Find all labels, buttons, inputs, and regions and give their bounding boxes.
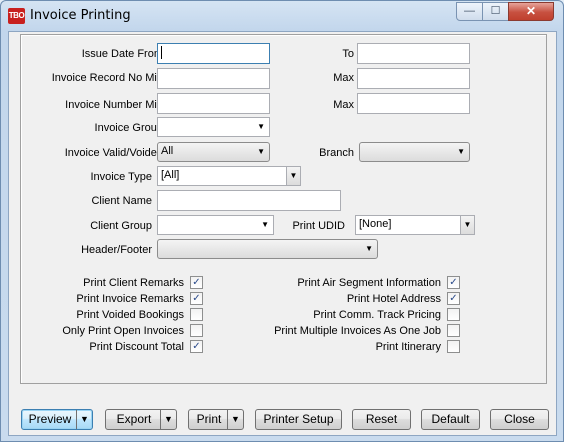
minimize-button[interactable]: — bbox=[456, 2, 483, 21]
client-group-dropdown[interactable]: ▼ bbox=[157, 215, 274, 235]
export-options-dropdown-icon[interactable]: ▼ bbox=[160, 410, 176, 429]
print-options-dropdown-icon[interactable]: ▼ bbox=[227, 410, 243, 429]
invoice-group-dropdown[interactable]: ▼ bbox=[157, 117, 270, 137]
print-udid-dropdown[interactable]: [None] ▼ bbox=[355, 215, 475, 235]
invoice-group-label: Invoice Group bbox=[94, 122, 163, 134]
invoice-record-no-min-input[interactable] bbox=[157, 68, 270, 89]
window-title: Invoice Printing bbox=[30, 8, 131, 23]
print-button-label: Print bbox=[196, 412, 222, 426]
print-voided-bookings-label: Print Voided Bookings bbox=[76, 309, 184, 321]
dialog-body: Issue Date From To Invoice Record No Min… bbox=[8, 31, 557, 436]
chevron-down-icon: ▼ bbox=[460, 216, 474, 234]
issue-date-to-label: To bbox=[342, 48, 354, 60]
client-name-label: Client Name bbox=[91, 195, 152, 207]
print-udid-label: Print UDID bbox=[292, 220, 345, 232]
print-udid-value: [None] bbox=[359, 218, 392, 230]
issue-date-to-input[interactable] bbox=[357, 43, 470, 64]
invoice-type-value: [All] bbox=[161, 169, 180, 181]
chevron-down-icon: ▼ bbox=[257, 147, 265, 156]
print-multiple-invoices-as-one-job-checkbox[interactable] bbox=[447, 324, 460, 337]
invoice-record-no-min-label: Invoice Record No Min bbox=[51, 72, 163, 84]
print-itinerary-checkbox[interactable] bbox=[447, 340, 460, 353]
print-air-segment-information-label: Print Air Segment Information bbox=[297, 277, 441, 289]
invoice-record-no-max-input[interactable] bbox=[357, 68, 470, 89]
default-button[interactable]: Default bbox=[421, 409, 480, 430]
invoice-printing-window: TBO Invoice Printing — ☐ ✕ Issue Date Fr… bbox=[0, 0, 564, 442]
export-button-label: Export bbox=[116, 412, 152, 426]
close-window-button[interactable]: ✕ bbox=[508, 2, 554, 21]
close-button[interactable]: Close bbox=[490, 409, 549, 430]
invoice-record-no-max-label: Max bbox=[333, 72, 354, 84]
maximize-button[interactable]: ☐ bbox=[482, 2, 509, 21]
invoice-valid-voided-value: All bbox=[161, 145, 174, 157]
print-button[interactable]: Print ▼ bbox=[188, 409, 244, 430]
chevron-down-icon: ▼ bbox=[457, 147, 465, 156]
print-invoice-remarks-checkbox[interactable]: ✓ bbox=[190, 292, 203, 305]
header-footer-label: Header/Footer bbox=[81, 244, 152, 256]
branch-label: Branch bbox=[319, 147, 354, 159]
print-voided-bookings-checkbox[interactable] bbox=[190, 308, 203, 321]
only-print-open-invoices-label: Only Print Open Invoices bbox=[62, 325, 184, 337]
chevron-down-icon: ▼ bbox=[286, 167, 300, 185]
only-print-open-invoices-checkbox[interactable] bbox=[190, 324, 203, 337]
preview-button[interactable]: Preview ▼ bbox=[21, 409, 93, 430]
reset-button[interactable]: Reset bbox=[352, 409, 411, 430]
header-footer-dropdown[interactable]: ▼ bbox=[157, 239, 378, 259]
invoice-number-min-label: Invoice Number Min bbox=[65, 99, 163, 111]
print-client-remarks-checkbox[interactable]: ✓ bbox=[190, 276, 203, 289]
issue-date-from-input[interactable] bbox=[157, 43, 270, 64]
print-comm-track-pricing-label: Print Comm. Track Pricing bbox=[313, 309, 441, 321]
invoice-number-max-label: Max bbox=[333, 99, 354, 111]
client-name-input[interactable] bbox=[157, 190, 341, 211]
invoice-valid-voided-dropdown[interactable]: All ▼ bbox=[157, 142, 270, 162]
print-discount-total-checkbox[interactable]: ✓ bbox=[190, 340, 203, 353]
print-air-segment-information-checkbox[interactable]: ✓ bbox=[447, 276, 460, 289]
print-comm-track-pricing-checkbox[interactable] bbox=[447, 308, 460, 321]
app-logo-icon: TBO bbox=[8, 8, 25, 24]
text-caret bbox=[161, 46, 162, 59]
chevron-down-icon: ▼ bbox=[261, 220, 269, 229]
print-discount-total-label: Print Discount Total bbox=[89, 341, 184, 353]
chevron-down-icon: ▼ bbox=[365, 244, 373, 253]
filter-panel: Issue Date From To Invoice Record No Min… bbox=[20, 34, 547, 384]
invoice-number-min-input[interactable] bbox=[157, 93, 270, 114]
invoice-valid-voided-label: Invoice Valid/Voided bbox=[64, 147, 163, 159]
preview-button-label: Preview bbox=[28, 412, 72, 426]
preview-options-dropdown-icon[interactable]: ▼ bbox=[76, 410, 92, 429]
printer-setup-button[interactable]: Printer Setup bbox=[255, 409, 342, 430]
export-button[interactable]: Export ▼ bbox=[105, 409, 177, 430]
branch-dropdown[interactable]: ▼ bbox=[359, 142, 470, 162]
client-group-label: Client Group bbox=[90, 220, 152, 232]
print-hotel-address-label: Print Hotel Address bbox=[346, 293, 441, 305]
print-client-remarks-label: Print Client Remarks bbox=[83, 277, 184, 289]
title-bar[interactable]: TBO Invoice Printing — ☐ ✕ bbox=[1, 1, 563, 31]
chevron-down-icon: ▼ bbox=[257, 122, 265, 131]
print-multiple-invoices-as-one-job-label: Print Multiple Invoices As One Job bbox=[274, 325, 441, 337]
print-itinerary-label: Print Itinerary bbox=[375, 341, 441, 353]
invoice-type-dropdown[interactable]: [All] ▼ bbox=[157, 166, 301, 186]
issue-date-from-label: Issue Date From bbox=[81, 48, 163, 60]
print-invoice-remarks-label: Print Invoice Remarks bbox=[76, 293, 184, 305]
invoice-type-label: Invoice Type bbox=[90, 171, 152, 183]
invoice-number-max-input[interactable] bbox=[357, 93, 470, 114]
print-hotel-address-checkbox[interactable]: ✓ bbox=[447, 292, 460, 305]
